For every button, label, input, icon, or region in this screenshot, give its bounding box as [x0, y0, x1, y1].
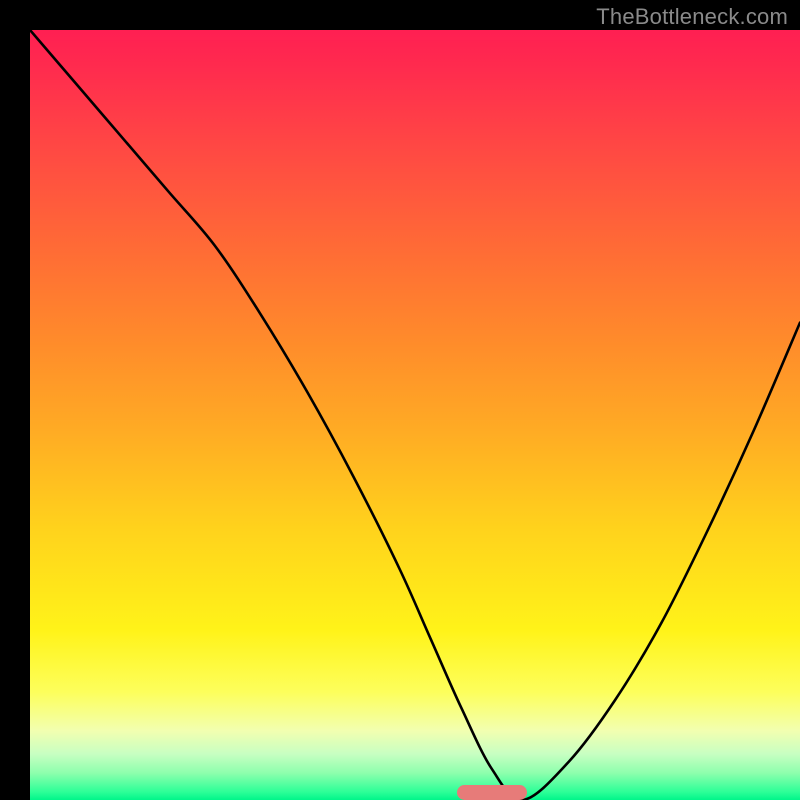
chart-frame	[15, 15, 785, 785]
watermark-text: TheBottleneck.com	[596, 4, 788, 30]
bottleneck-curve	[30, 30, 800, 800]
plot-area	[30, 30, 800, 800]
optimal-marker	[457, 785, 526, 800]
